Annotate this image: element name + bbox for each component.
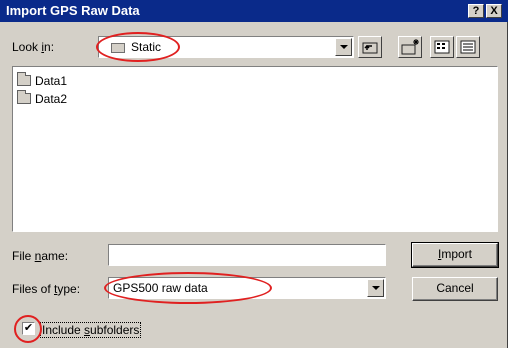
create-new-folder-button[interactable] bbox=[398, 36, 422, 58]
chevron-down-icon[interactable] bbox=[367, 279, 384, 297]
close-button[interactable]: X bbox=[486, 4, 502, 18]
help-button[interactable]: ? bbox=[468, 4, 484, 18]
list-view-button[interactable] bbox=[430, 36, 454, 58]
files-of-type-value: GPS500 raw data bbox=[113, 281, 208, 295]
files-of-type-label: Files of type: bbox=[12, 282, 81, 296]
import-button[interactable]: Import bbox=[411, 242, 499, 268]
up-one-level-button[interactable] bbox=[358, 36, 382, 58]
list-item[interactable]: Data1 bbox=[17, 72, 97, 89]
folder-icon bbox=[111, 43, 125, 53]
include-subfolders-checkbox[interactable]: ✔ bbox=[22, 322, 35, 335]
details-view-icon bbox=[460, 40, 476, 54]
details-view-button[interactable] bbox=[456, 36, 480, 58]
file-name: Data1 bbox=[35, 74, 68, 88]
list-item[interactable]: Data2 bbox=[17, 90, 97, 107]
file-name: Data2 bbox=[35, 92, 68, 106]
look-in-label: Look in: bbox=[12, 40, 55, 54]
up-one-level-icon bbox=[362, 42, 378, 54]
file-name-input[interactable] bbox=[108, 244, 386, 266]
look-in-value: Static bbox=[131, 40, 162, 54]
title-bar[interactable]: Import GPS Raw Data ? X bbox=[0, 0, 508, 22]
folder-icon bbox=[17, 72, 31, 86]
import-dialog: Import GPS Raw Data ? X Look in: Static bbox=[0, 0, 508, 348]
look-in-combo[interactable]: Static bbox=[98, 36, 354, 58]
files-of-type-combo[interactable]: GPS500 raw data bbox=[108, 277, 386, 299]
include-subfolders-label[interactable]: Include subfolders bbox=[40, 322, 142, 338]
chevron-down-icon[interactable] bbox=[335, 38, 352, 56]
list-view-icon bbox=[434, 40, 450, 54]
dialog-title: Import GPS Raw Data bbox=[6, 3, 140, 18]
cancel-button[interactable]: Cancel bbox=[412, 277, 498, 301]
file-list[interactable]: Data1 Data2 bbox=[12, 66, 498, 232]
file-name-label: File name: bbox=[12, 249, 69, 263]
create-new-folder-icon bbox=[401, 39, 419, 55]
folder-icon bbox=[17, 90, 31, 104]
